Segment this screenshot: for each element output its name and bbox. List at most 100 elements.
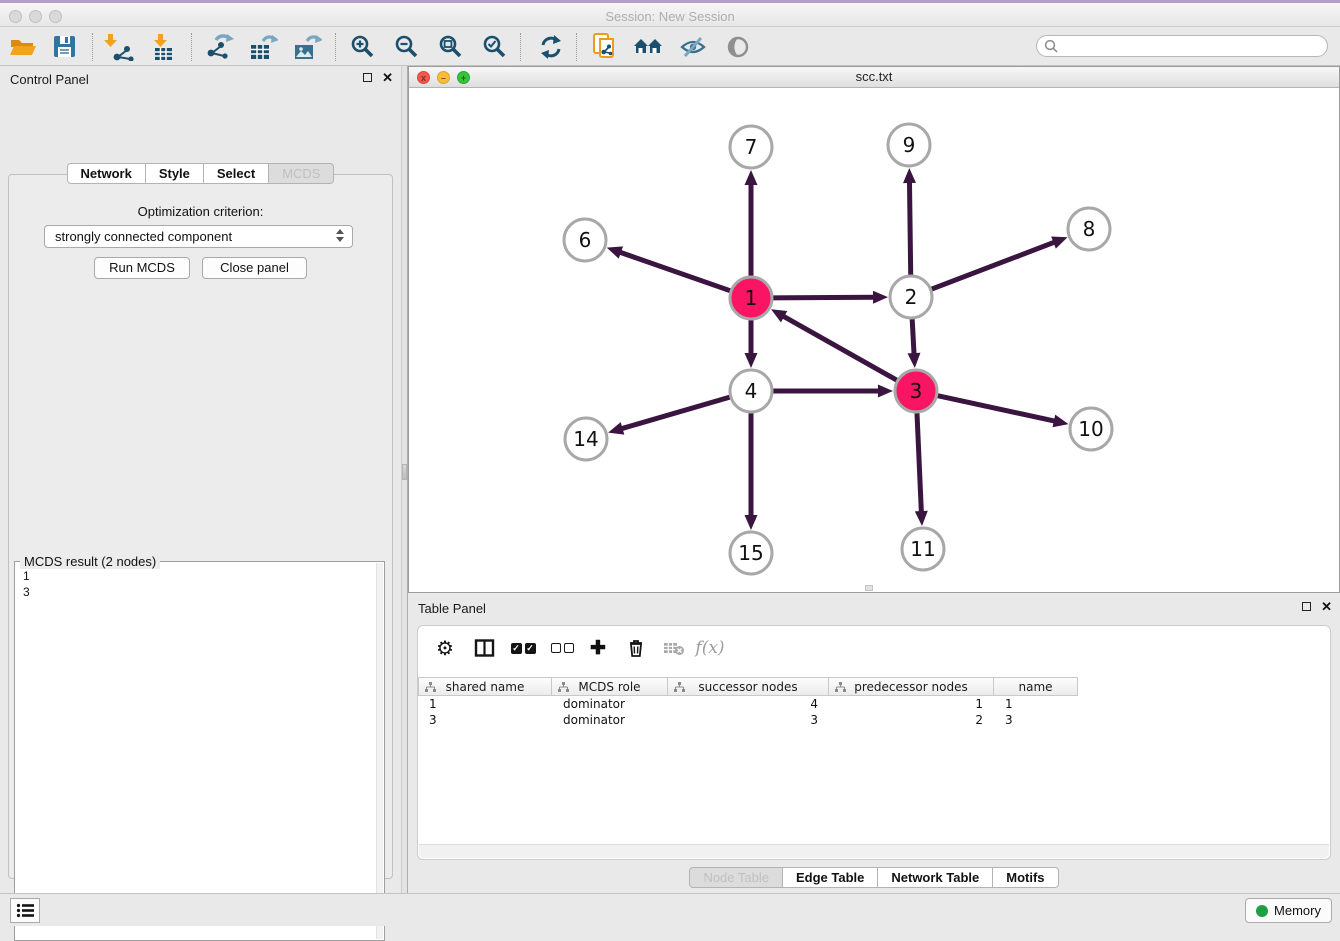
graph-edge-2-3[interactable] [912, 315, 914, 355]
table-cell: dominator [553, 696, 669, 712]
show-columns-icon[interactable] [471, 638, 497, 658]
table-panel-close-icon[interactable]: ✕ [1321, 601, 1332, 612]
show-all-networks-icon[interactable] [631, 31, 667, 63]
frame-close-icon[interactable]: x [417, 71, 430, 84]
network-graph-svg[interactable]: 1234678910111415 [409, 89, 1339, 593]
hide-panels-icon[interactable] [675, 31, 711, 63]
graph-edge-2-8[interactable] [928, 242, 1056, 291]
tab-network-table[interactable]: Network Table [878, 867, 993, 888]
bird-eye-view-icon[interactable] [720, 31, 756, 63]
network-frame-title: scc.txt [409, 67, 1339, 87]
graph-node-label: 6 [579, 228, 592, 252]
main-toolbar [0, 28, 1340, 66]
table-settings-icon[interactable]: ⚙ [432, 636, 458, 661]
search-icon [1044, 39, 1058, 53]
column-header-successor-nodes[interactable]: successor nodes [668, 677, 829, 696]
table-cell: dominator [553, 712, 669, 728]
table-cell: 3 [419, 712, 553, 728]
table-cell: 1 [995, 696, 1079, 712]
graph-edge-3-11[interactable] [917, 409, 922, 513]
control-panel-float-icon[interactable] [363, 73, 372, 82]
splitter-grip[interactable] [402, 464, 407, 480]
frame-maximize-icon[interactable]: + [457, 71, 470, 84]
column-header-name[interactable]: name [994, 677, 1078, 696]
zoom-in-icon[interactable] [345, 31, 381, 63]
search-field[interactable] [1036, 35, 1328, 57]
delete-rows-icon[interactable] [623, 638, 649, 658]
apply-function-icon[interactable]: f(x) [697, 638, 723, 658]
tab-style[interactable]: Style [146, 163, 204, 184]
table-panel-title: Table Panel [418, 601, 486, 616]
graph-node-label: 9 [903, 133, 916, 157]
column-header-mcds-role[interactable]: MCDS role [552, 677, 668, 696]
shared-column-icon [425, 682, 436, 693]
column-header-predecessor-nodes[interactable]: predecessor nodes [829, 677, 994, 696]
network-frame-titlebar[interactable]: x – + scc.txt [409, 67, 1339, 88]
zoom-fit-icon[interactable] [433, 31, 469, 63]
control-panel-close-icon[interactable]: ✕ [382, 72, 393, 83]
export-network-icon[interactable] [201, 31, 237, 63]
graph-edge-arrow [873, 291, 888, 304]
table-row[interactable]: 1dominator411 [419, 696, 1329, 712]
graph-edge-arrow [745, 353, 758, 368]
zoom-out-icon[interactable] [389, 31, 425, 63]
frame-minimize-icon[interactable]: – [437, 71, 450, 84]
tab-mcds[interactable]: MCDS [269, 163, 334, 184]
graph-node-label: 10 [1078, 417, 1103, 441]
network-canvas[interactable]: 1234678910111415 [409, 89, 1339, 592]
graph-node-label: 2 [905, 285, 918, 309]
graph-edge-arrow [907, 353, 920, 368]
table-cell: 4 [669, 696, 830, 712]
control-panel-title: Control Panel [10, 72, 89, 87]
graph-edge-arrow [1052, 415, 1068, 428]
add-row-icon[interactable]: ✚ [585, 637, 611, 660]
panel-splitter[interactable] [401, 66, 408, 893]
table-hscroll[interactable] [419, 844, 1329, 858]
table-row[interactable]: 3dominator323 [419, 712, 1329, 728]
graph-edge-4-14[interactable] [621, 396, 734, 429]
tab-network[interactable]: Network [67, 163, 146, 184]
graph-edge-3-1[interactable] [782, 316, 900, 382]
node-table-container: ⚙ ✓✓ ✚ f(x) shared nameMCDS rolesuccesso… [417, 625, 1331, 860]
tab-node-table[interactable]: Node Table [689, 867, 783, 888]
select-all-icon[interactable]: ✓✓ [510, 643, 536, 654]
memory-status-icon [1256, 905, 1268, 917]
clone-network-icon[interactable] [587, 31, 623, 63]
graph-node-label: 11 [910, 537, 935, 561]
result-scrollbar[interactable] [376, 563, 383, 939]
refresh-view-icon[interactable] [533, 31, 569, 63]
optimization-criterion-value: strongly connected component [55, 229, 232, 244]
search-input[interactable] [1058, 37, 1327, 55]
table-toolbar: ⚙ ✓✓ ✚ f(x) [418, 626, 1330, 670]
graph-edge-arrow [745, 515, 758, 530]
graph-edge-3-10[interactable] [934, 395, 1056, 422]
run-mcds-button[interactable]: Run MCDS [94, 257, 190, 279]
export-table-icon[interactable] [245, 31, 281, 63]
close-panel-button[interactable]: Close panel [202, 257, 307, 279]
graph-edge-1-2[interactable] [769, 297, 875, 298]
tab-motifs[interactable]: Motifs [993, 867, 1058, 888]
table-panel-float-icon[interactable] [1302, 602, 1311, 611]
graph-node-label: 4 [745, 379, 758, 403]
open-session-icon[interactable] [5, 31, 41, 63]
task-list-icon [16, 903, 34, 918]
window-title: Session: New Session [0, 9, 1340, 24]
table-header-row: shared nameMCDS rolesuccessor nodesprede… [418, 677, 1078, 696]
import-network-icon[interactable] [101, 31, 137, 63]
frame-resize-handle[interactable] [865, 585, 873, 591]
delete-table-icon[interactable] [661, 640, 687, 656]
save-session-icon[interactable] [47, 31, 83, 63]
column-header-shared-name[interactable]: shared name [418, 677, 552, 696]
export-image-icon[interactable] [289, 31, 325, 63]
memory-button[interactable]: Memory [1245, 898, 1332, 923]
tab-edge-table[interactable]: Edge Table [783, 867, 878, 888]
graph-edge-1-6[interactable] [619, 252, 734, 292]
deselect-all-icon[interactable] [549, 643, 575, 653]
graph-edge-2-9[interactable] [909, 181, 910, 279]
optimization-criterion-select[interactable]: strongly connected component [44, 225, 353, 248]
import-table-icon[interactable] [145, 31, 181, 63]
tab-select[interactable]: Select [204, 163, 269, 184]
task-history-button[interactable] [10, 898, 40, 923]
select-chevrons-icon [336, 229, 345, 242]
zoom-selected-icon[interactable] [477, 31, 513, 63]
